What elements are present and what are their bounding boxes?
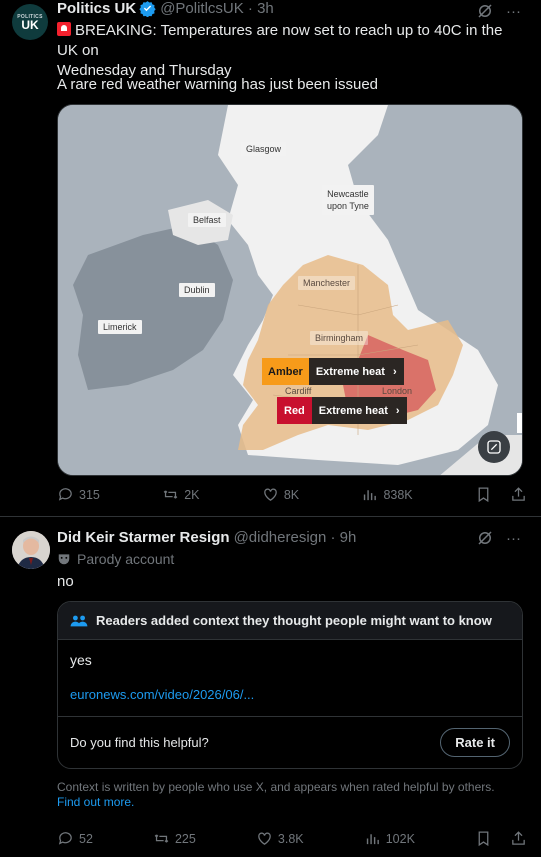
find-out-more-link[interactable]: Find out more. <box>57 795 134 809</box>
community-note-body: yes euronews.com/video/2026/06/... <box>58 640 522 717</box>
repost-button[interactable]: 225 <box>153 830 196 847</box>
red-desc-text: Extreme heat <box>318 404 388 417</box>
author-handle[interactable]: @didheresign · 9h <box>234 529 357 546</box>
edit-image-button[interactable] <box>478 431 510 463</box>
community-note-title: Readers added context they thought peopl… <box>96 613 492 628</box>
tweet-actions: 315 2K 8K 838K <box>57 486 527 503</box>
like-count: 8K <box>283 487 300 502</box>
map-label-belfast: Belfast <box>188 213 226 227</box>
more-icon[interactable]: ··· <box>506 3 521 20</box>
context-text: Context is written by people who use X, … <box>57 780 495 794</box>
tweet-header: Politics UK @PolitlcsUK · 3h <box>57 0 274 17</box>
tweet-header: Did Keir Starmer Resign @didheresign · 9… <box>57 529 356 546</box>
community-note-text: yes <box>70 652 92 668</box>
share-icon[interactable] <box>510 830 527 847</box>
like-button[interactable]: 8K <box>262 486 299 503</box>
share-icon[interactable] <box>510 486 527 503</box>
author-name[interactable]: Did Keir Starmer Resign <box>57 529 230 546</box>
community-note-link[interactable]: euronews.com/video/2026/06/... <box>70 687 510 702</box>
bookmark-icon[interactable] <box>475 830 492 847</box>
tweet-text: no <box>57 573 74 590</box>
share-group <box>475 830 527 847</box>
map-label-cardiff: Cardiff <box>285 386 312 396</box>
community-note-header: Readers added context they thought peopl… <box>58 602 522 640</box>
map-label-glasgow: Glasgow <box>241 142 287 156</box>
views-icon <box>364 490 377 501</box>
community-note-footer: Do you find this helpful? Rate it <box>58 717 522 768</box>
heart-icon <box>258 832 271 845</box>
red-level: Red <box>277 397 312 424</box>
red-description: Extreme heat › <box>311 397 407 424</box>
amber-description: Extreme heat › <box>308 358 404 385</box>
avatar[interactable] <box>12 531 50 569</box>
mask-icon <box>58 554 70 565</box>
repost-icon <box>163 490 178 499</box>
reply-count: 52 <box>79 831 93 846</box>
map-label-manchester: Manchester <box>298 276 356 290</box>
reply-icon <box>58 488 72 501</box>
avatar-label-large: UK <box>21 17 39 32</box>
like-count: 3.8K <box>277 831 304 846</box>
tweet-top-icons: ··· <box>476 2 521 20</box>
reply-icon <box>58 832 72 845</box>
author-name[interactable]: Politics UK <box>57 0 136 17</box>
amber-desc-text: Extreme heat <box>315 365 385 378</box>
weather-warning-map[interactable]: Glasgow Belfast Newcastle upon Tyne Dubli… <box>57 104 523 476</box>
parody-label: Parody account <box>57 551 174 567</box>
context-disclaimer: Context is written by people who use X, … <box>57 780 527 810</box>
reply-button[interactable]: 52 <box>57 830 93 847</box>
chevron-right-icon: › <box>392 365 397 378</box>
grok-icon[interactable] <box>476 2 494 20</box>
verified-icon <box>139 1 156 17</box>
repost-button[interactable]: 2K <box>162 486 199 503</box>
red-warning-legend[interactable]: Red Extreme heat › <box>277 397 407 424</box>
map-edge-marker <box>517 413 522 433</box>
views-count: 102K <box>385 831 415 846</box>
bookmark-icon[interactable] <box>475 486 492 503</box>
views-button[interactable]: 102K <box>364 830 415 847</box>
people-icon <box>70 615 88 626</box>
heart-icon <box>264 488 277 501</box>
map-label-newcastle-line1: Newcastle <box>327 189 369 199</box>
map-label-newcastle: Newcastle upon Tyne <box>322 185 374 215</box>
like-button[interactable]: 3.8K <box>256 830 304 847</box>
amber-level: Amber <box>262 358 309 385</box>
grok-icon[interactable] <box>476 529 494 547</box>
views-button[interactable]: 838K <box>361 486 413 503</box>
tweet-text: BREAKING: Temperatures are now set to re… <box>57 21 527 81</box>
author-handle[interactable]: @PolitlcsUK · 3h <box>160 0 274 17</box>
community-note: Readers added context they thought peopl… <box>57 601 523 769</box>
reply-button[interactable]: 315 <box>57 486 100 503</box>
tweet-politics-uk[interactable]: POLITICS UK Politics UK @PolitlcsUK · 3h… <box>0 0 541 517</box>
repost-icon <box>154 834 169 843</box>
more-icon[interactable]: ··· <box>506 530 521 547</box>
helpful-question: Do you find this helpful? <box>70 735 209 750</box>
tweet-text-line3: A rare red weather warning has just been… <box>57 76 379 93</box>
tweet-top-icons: ··· <box>476 529 521 547</box>
avatar-photo <box>12 531 50 569</box>
map-label-london: London <box>382 386 413 396</box>
map-label-limerick: Limerick <box>98 320 142 334</box>
repost-count: 2K <box>184 487 200 502</box>
chevron-right-icon: › <box>395 404 400 417</box>
views-count: 838K <box>383 487 413 502</box>
avatar[interactable]: POLITICS UK <box>12 4 48 40</box>
views-icon <box>366 834 379 845</box>
map-label-dublin: Dublin <box>179 283 215 297</box>
map-label-newcastle-line2: upon Tyne <box>327 201 369 211</box>
rate-it-button[interactable]: Rate it <box>440 728 510 757</box>
reply-count: 315 <box>79 487 100 502</box>
edit-image-icon <box>487 440 501 454</box>
parody-text: Parody account <box>77 551 175 567</box>
tweet-did-keir-starmer-resign[interactable]: Did Keir Starmer Resign @didheresign · 9… <box>0 517 541 857</box>
tweet-actions: 52 225 3.8K 102K <box>57 830 527 847</box>
share-group <box>475 486 527 503</box>
siren-emoji-icon <box>57 22 71 36</box>
tweet-text-line1: BREAKING: Temperatures are now set to re… <box>57 22 503 59</box>
amber-warning-legend[interactable]: Amber Extreme heat › <box>262 358 404 385</box>
map-label-birmingham: Birmingham <box>310 331 369 345</box>
repost-count: 225 <box>174 831 196 846</box>
